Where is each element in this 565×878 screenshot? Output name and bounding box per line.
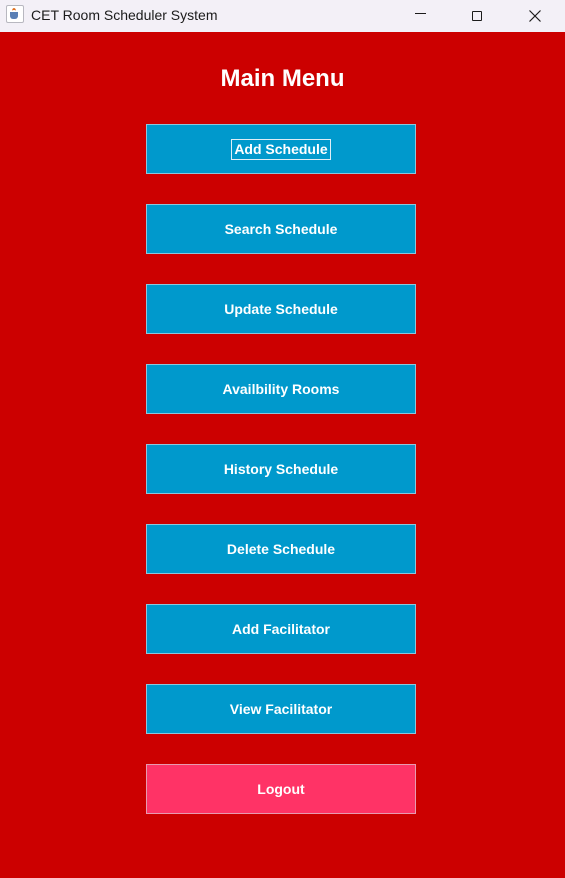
logout-label: Logout: [257, 780, 305, 797]
add-facilitator-button[interactable]: Add Facilitator: [146, 604, 416, 654]
availability-rooms-button[interactable]: Availbility Rooms: [146, 364, 416, 414]
page-title: Main Menu: [220, 65, 345, 92]
add-schedule-button[interactable]: Add Schedule: [146, 124, 416, 174]
app-window: CET Room Scheduler System Main Menu Add …: [0, 0, 565, 878]
minimize-button[interactable]: [397, 0, 443, 32]
add-facilitator-label: Add Facilitator: [231, 620, 330, 637]
title-bar: CET Room Scheduler System: [0, 0, 565, 32]
close-icon: [529, 10, 541, 22]
delete-schedule-label: Delete Schedule: [226, 540, 336, 557]
history-schedule-label: History Schedule: [223, 460, 339, 477]
delete-schedule-button[interactable]: Delete Schedule: [146, 524, 416, 574]
maximize-icon: [472, 11, 482, 21]
search-schedule-label: Search Schedule: [224, 220, 338, 237]
availability-rooms-label: Availbility Rooms: [222, 380, 340, 397]
logout-button[interactable]: Logout: [146, 764, 416, 814]
history-schedule-button[interactable]: History Schedule: [146, 444, 416, 494]
java-cup-icon: [6, 5, 24, 23]
update-schedule-button[interactable]: Update Schedule: [146, 284, 416, 334]
view-facilitator-button[interactable]: View Facilitator: [146, 684, 416, 734]
add-schedule-label: Add Schedule: [231, 138, 331, 160]
search-schedule-button[interactable]: Search Schedule: [146, 204, 416, 254]
close-button[interactable]: [512, 0, 558, 32]
maximize-button[interactable]: [454, 0, 500, 32]
update-schedule-label: Update Schedule: [224, 300, 338, 317]
view-facilitator-label: View Facilitator: [229, 700, 333, 717]
window-title: CET Room Scheduler System: [31, 7, 218, 23]
minimize-icon: [414, 12, 426, 14]
